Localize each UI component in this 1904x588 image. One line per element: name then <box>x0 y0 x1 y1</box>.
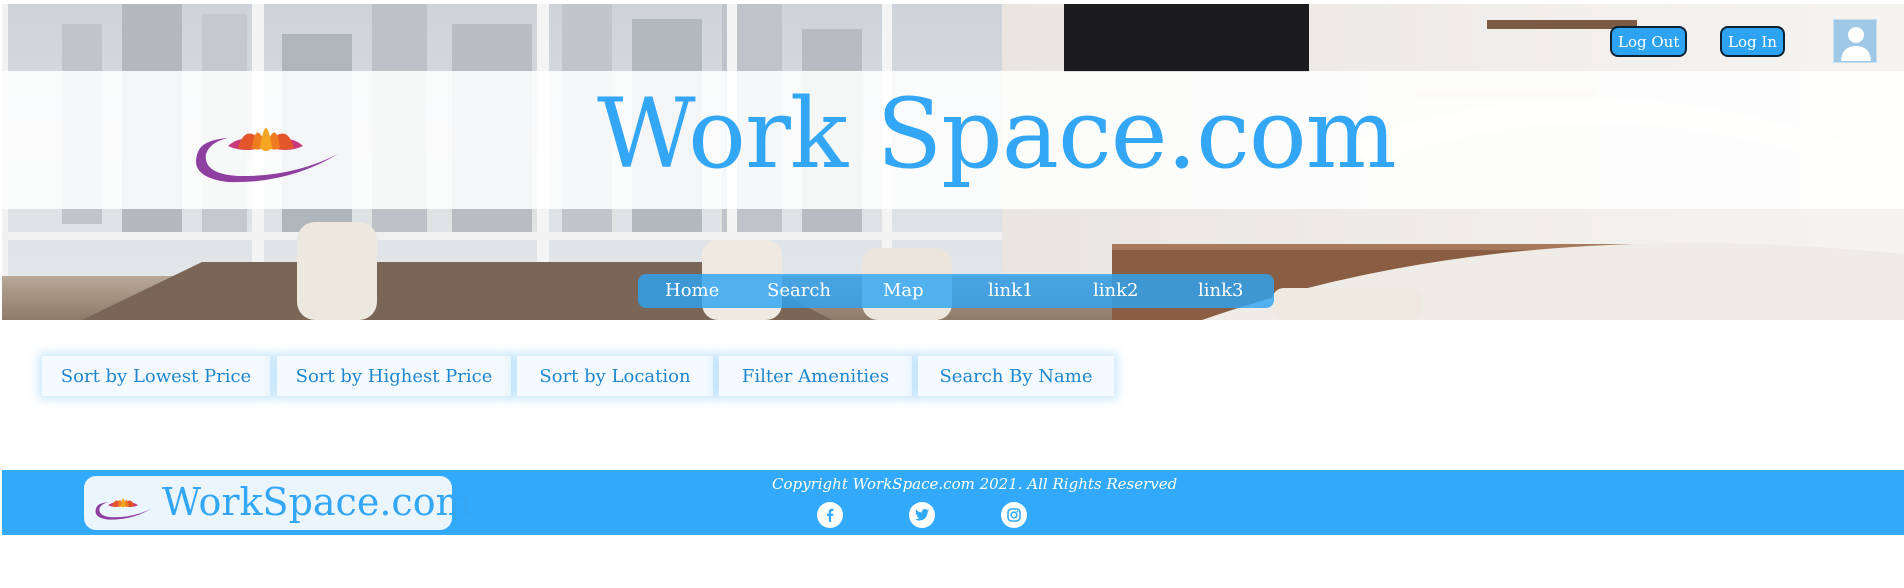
twitter-icon[interactable] <box>909 502 935 528</box>
sort-lowest-price-button[interactable]: Sort by Lowest Price <box>42 356 270 396</box>
sort-location-button[interactable]: Sort by Location <box>517 356 713 396</box>
main-nav: Home Search Map link1 link2 link3 <box>638 274 1274 308</box>
filter-amenities-button[interactable]: Filter Amenities <box>719 356 912 396</box>
sort-highest-price-button[interactable]: Sort by Highest Price <box>277 356 511 396</box>
facebook-icon[interactable] <box>817 502 843 528</box>
nav-link2[interactable]: link2 <box>1093 280 1138 301</box>
site-title: Work Space.com <box>597 78 1397 190</box>
nav-link1[interactable]: link1 <box>988 280 1033 301</box>
lotus-logo-icon <box>95 498 152 520</box>
nav-search[interactable]: Search <box>767 280 831 301</box>
hero-banner: Work Space.com Log Out Log In Home Searc… <box>2 4 1904 320</box>
nav-map[interactable]: Map <box>883 280 924 301</box>
search-by-name-button[interactable]: Search By Name <box>918 356 1114 396</box>
instagram-icon[interactable] <box>1001 502 1027 528</box>
footer-brand-name: WorkSpace.com <box>162 480 472 524</box>
nav-link3[interactable]: link3 <box>1198 280 1243 301</box>
copyright-text: Copyright WorkSpace.com 2021. All Rights… <box>772 475 1178 493</box>
footer: WorkSpace.com Copyright WorkSpace.com 20… <box>2 470 1904 535</box>
nav-home[interactable]: Home <box>665 280 719 301</box>
footer-logo[interactable]: WorkSpace.com <box>84 476 472 530</box>
lotus-logo-icon[interactable] <box>188 102 343 188</box>
logout-button[interactable]: Log Out <box>1610 26 1688 57</box>
login-button[interactable]: Log In <box>1720 26 1785 57</box>
user-avatar-icon[interactable] <box>1833 19 1877 63</box>
